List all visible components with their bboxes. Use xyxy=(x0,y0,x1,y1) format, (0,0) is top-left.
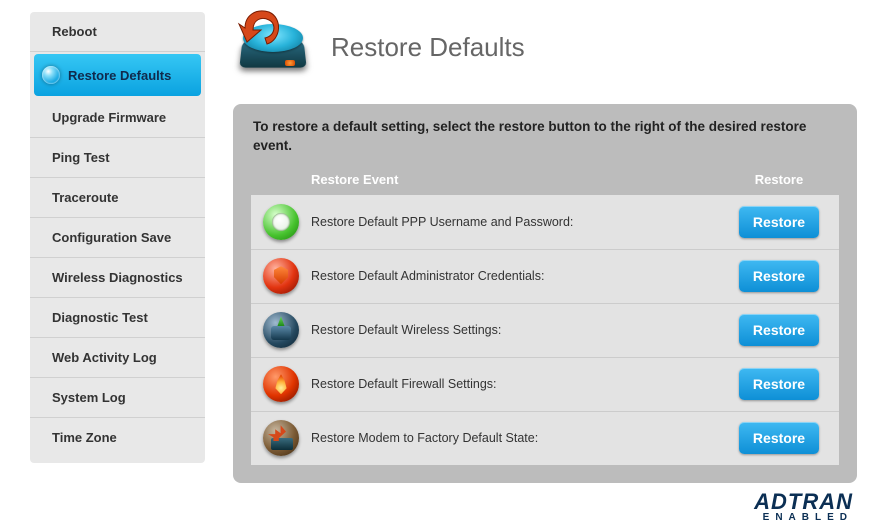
table-row: Restore Default Firewall Settings: Restor… xyxy=(251,357,839,411)
table-header: Restore Event Restore xyxy=(251,168,839,195)
table-row: Restore Default Administrator Credential… xyxy=(251,249,839,303)
sidebar-item-web-activity-log[interactable]: Web Activity Log xyxy=(30,338,205,378)
fire-icon xyxy=(263,366,299,402)
restore-event-label: Restore Modem to Factory Default State: xyxy=(311,431,719,445)
sidebar-item-label: Wireless Diagnostics xyxy=(52,270,183,285)
factory-icon xyxy=(263,420,299,456)
sidebar-item-label: System Log xyxy=(52,390,126,405)
sidebar-item-label: Diagnostic Test xyxy=(52,310,148,325)
shield-icon xyxy=(263,258,299,294)
restore-panel: To restore a default setting, select the… xyxy=(233,104,857,483)
restore-table: Restore Event Restore Restore Default PP… xyxy=(251,168,839,465)
sidebar-item-label: Reboot xyxy=(52,24,97,39)
brand-name: ADTRAN xyxy=(754,491,853,513)
panel-intro: To restore a default setting, select the… xyxy=(251,118,839,156)
sidebar-item-ping-test[interactable]: Ping Test xyxy=(30,138,205,178)
sidebar-item-label: Configuration Save xyxy=(52,230,171,245)
restore-button[interactable]: Restore xyxy=(739,368,819,400)
sidebar-item-label: Ping Test xyxy=(52,150,110,165)
sidebar-item-label: Time Zone xyxy=(52,430,117,445)
main-content: Restore Defaults To restore a default se… xyxy=(205,12,857,483)
sidebar: Reboot Restore Defaults Upgrade Firmware Pi… xyxy=(30,12,205,463)
restore-event-label: Restore Default PPP Username and Passwor… xyxy=(311,215,719,229)
clock-icon xyxy=(263,204,299,240)
sidebar-item-traceroute[interactable]: Traceroute xyxy=(30,178,205,218)
sidebar-item-upgrade-firmware[interactable]: Upgrade Firmware xyxy=(30,98,205,138)
restore-button[interactable]: Restore xyxy=(739,314,819,346)
sidebar-item-time-zone[interactable]: Time Zone xyxy=(30,418,205,457)
table-row: Restore Modem to Factory Default State: R… xyxy=(251,411,839,465)
page-header: Restore Defaults xyxy=(233,12,857,82)
undo-arrow-icon xyxy=(235,6,285,50)
sidebar-item-wireless-diagnostics[interactable]: Wireless Diagnostics xyxy=(30,258,205,298)
restore-button[interactable]: Restore xyxy=(739,206,819,238)
table-row: Restore Default Wireless Settings: Restor… xyxy=(251,303,839,357)
sidebar-item-restore-defaults[interactable]: Restore Defaults xyxy=(34,54,201,96)
restore-button[interactable]: Restore xyxy=(739,260,819,292)
table-row: Restore Default PPP Username and Passwor… xyxy=(251,195,839,249)
col-header-action: Restore xyxy=(719,172,839,187)
sidebar-item-system-log[interactable]: System Log xyxy=(30,378,205,418)
sidebar-item-label: Web Activity Log xyxy=(52,350,157,365)
restore-event-label: Restore Default Firewall Settings: xyxy=(311,377,719,391)
sidebar-item-label: Restore Defaults xyxy=(68,68,171,83)
col-header-event: Restore Event xyxy=(311,172,719,187)
sidebar-item-reboot[interactable]: Reboot xyxy=(30,12,205,52)
active-indicator-icon xyxy=(42,66,60,84)
brand-logo: ADTRAN ENABLED xyxy=(754,491,853,523)
sidebar-item-diagnostic-test[interactable]: Diagnostic Test xyxy=(30,298,205,338)
restore-event-label: Restore Default Wireless Settings: xyxy=(311,323,719,337)
restore-event-label: Restore Default Administrator Credential… xyxy=(311,269,719,283)
restore-defaults-icon xyxy=(233,12,313,82)
sidebar-item-label: Traceroute xyxy=(52,190,118,205)
brand-tag: ENABLED xyxy=(754,513,853,523)
page-title: Restore Defaults xyxy=(331,32,525,63)
restore-button[interactable]: Restore xyxy=(739,422,819,454)
sidebar-item-configuration-save[interactable]: Configuration Save xyxy=(30,218,205,258)
router-icon xyxy=(263,312,299,348)
sidebar-item-label: Upgrade Firmware xyxy=(52,110,166,125)
footer: ADTRAN ENABLED xyxy=(0,483,877,531)
